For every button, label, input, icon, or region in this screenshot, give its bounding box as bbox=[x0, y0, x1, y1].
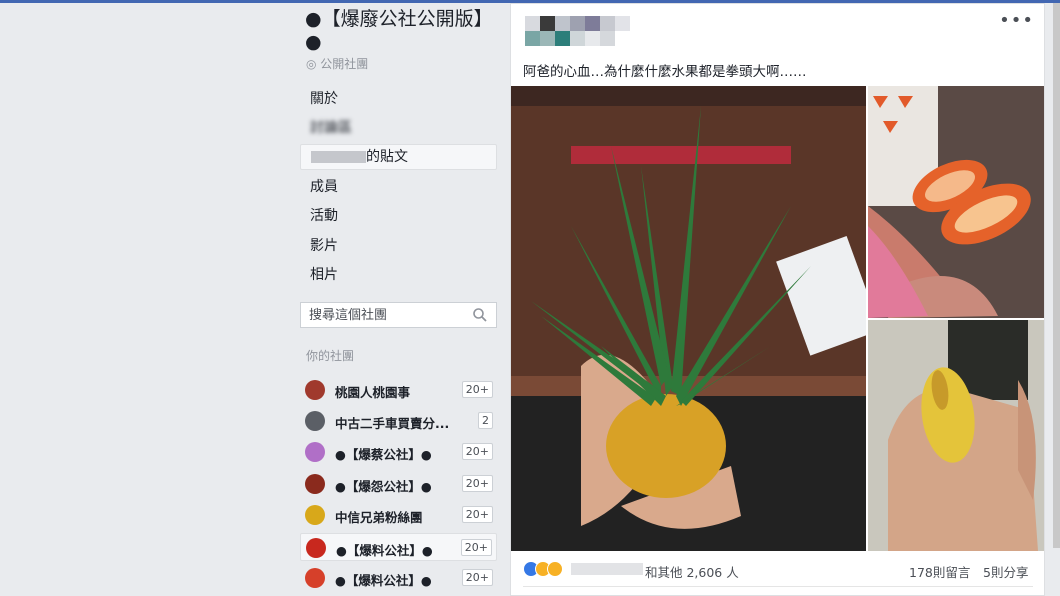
group-list-item[interactable]: ●【爆料公社】● 20+ bbox=[300, 564, 497, 592]
group-notification-count: 20+ bbox=[461, 475, 493, 492]
group-list-item[interactable]: ●【爆料公社】● 20+ bbox=[300, 533, 497, 561]
group-title[interactable]: ●【爆廢公社公開版】● bbox=[305, 8, 495, 54]
group-name: ●【爆料公社】● bbox=[335, 573, 432, 588]
pineapple-photo[interactable] bbox=[511, 86, 866, 551]
scrollbar[interactable] bbox=[1053, 3, 1060, 548]
nav-your-posts-label: 的貼文 bbox=[366, 149, 408, 165]
nav-about[interactable]: 關於 bbox=[300, 86, 497, 112]
nav-events-label: 活動 bbox=[310, 208, 338, 224]
nav-videos-label: 影片 bbox=[310, 238, 338, 254]
group-avatar bbox=[305, 474, 325, 494]
nav-members-label: 成員 bbox=[310, 179, 338, 195]
papaya-cut-photo[interactable] bbox=[868, 86, 1044, 318]
group-name: 中信兄弟粉絲團 bbox=[335, 510, 423, 525]
group-list-item[interactable]: ●【爆怨公社】● 20+ bbox=[300, 470, 497, 498]
group-name: 中古二手車買賣分... bbox=[335, 416, 450, 431]
search-icon[interactable] bbox=[473, 308, 487, 322]
group-notification-count: 20+ bbox=[461, 506, 493, 523]
share-count[interactable]: 5則分享 bbox=[983, 562, 1028, 581]
group-name: ●【爆怨公社】● bbox=[335, 479, 432, 494]
group-avatar bbox=[305, 568, 325, 588]
group-avatar bbox=[305, 411, 325, 431]
group-name: ●【爆蔡公社】● bbox=[335, 447, 432, 462]
group-notification-count: 20+ bbox=[461, 569, 493, 586]
nav-about-label: 關於 bbox=[310, 91, 338, 107]
group-notification-count: 20+ bbox=[460, 539, 492, 556]
papaya-whole-photo[interactable] bbox=[868, 320, 1044, 551]
nav-your-posts[interactable]: 的貼文 bbox=[300, 144, 497, 170]
group-list-item[interactable]: 中古二手車買賣分... 2 bbox=[300, 407, 497, 435]
group-name: 桃園人桃園事 bbox=[335, 385, 411, 400]
group-list-item[interactable]: 桃園人桃園事 20+ bbox=[300, 376, 497, 404]
nav-photos[interactable]: 相片 bbox=[300, 262, 497, 288]
your-groups-heading: 你的社團 bbox=[306, 349, 355, 363]
comment-count[interactable]: 178則留言 bbox=[909, 562, 970, 581]
photo-grid[interactable] bbox=[511, 86, 1044, 552]
blurred-name bbox=[311, 151, 366, 163]
post-divider bbox=[523, 586, 1033, 587]
more-options-icon[interactable]: ••• bbox=[999, 10, 1034, 31]
group-notification-count: 20+ bbox=[461, 443, 493, 460]
group-list-item[interactable]: 中信兄弟粉絲團 20+ bbox=[300, 501, 497, 529]
group-search[interactable] bbox=[300, 302, 497, 328]
post-card: ••• 阿爸的心血…為什麼什麼水果都是拳頭大啊…… 和其他 2,606 人 17… bbox=[510, 3, 1045, 596]
papaya-cut-illustration bbox=[868, 86, 1044, 318]
group-name: ●【爆料公社】● bbox=[336, 543, 433, 558]
search-input[interactable] bbox=[301, 303, 469, 327]
nav-videos[interactable]: 影片 bbox=[300, 233, 497, 259]
globe-icon: ◎ bbox=[306, 57, 321, 71]
group-list-item[interactable]: ●【爆蔡公社】● 20+ bbox=[300, 438, 497, 466]
privacy-text: 公開社團 bbox=[320, 57, 369, 71]
nav-members[interactable]: 成員 bbox=[300, 174, 497, 200]
nav-discussion-label: 討論區 bbox=[310, 120, 352, 136]
group-notification-count: 2 bbox=[478, 412, 493, 429]
group-avatar bbox=[306, 538, 326, 558]
blurred-author-name[interactable] bbox=[525, 16, 630, 46]
reactions-bar: 和其他 2,606 人 178則留言 5則分享 bbox=[523, 560, 1043, 580]
pineapple-illustration bbox=[511, 86, 866, 551]
post-text: 阿爸的心血…為什麼什麼水果都是拳頭大啊…… bbox=[523, 64, 807, 80]
papaya-whole-illustration bbox=[868, 320, 1044, 551]
wow-icon[interactable] bbox=[547, 561, 563, 577]
group-avatar bbox=[305, 505, 325, 525]
group-avatar bbox=[305, 442, 325, 462]
group-avatar bbox=[305, 380, 325, 400]
reaction-count[interactable]: 和其他 2,606 人 bbox=[645, 562, 739, 581]
group-notification-count: 20+ bbox=[461, 381, 493, 398]
blurred-reactor-names bbox=[571, 563, 643, 575]
nav-discussion[interactable]: 討論區 bbox=[300, 115, 497, 141]
nav-events[interactable]: 活動 bbox=[300, 203, 497, 229]
privacy-label: ◎ 公開社團 bbox=[306, 55, 368, 72]
nav-photos-label: 相片 bbox=[310, 267, 338, 283]
